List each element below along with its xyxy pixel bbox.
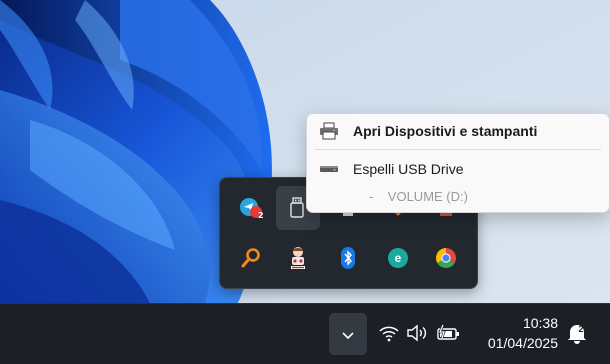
wifi-icon[interactable]: [379, 324, 401, 344]
bluetooth-icon[interactable]: [326, 236, 370, 280]
telegram-icon[interactable]: 2: [229, 186, 273, 230]
usb-context-menu: Apri Dispositivi e stampanti Espelli USB…: [306, 113, 610, 213]
menu-item-label: Apri Dispositivi e stampanti: [353, 123, 538, 139]
chevron-down-icon: [341, 325, 355, 344]
menu-item-open-devices-printers[interactable]: Apri Dispositivi e stampanti: [307, 116, 609, 146]
eset-letter: e: [395, 251, 402, 265]
search-tool-icon[interactable]: [229, 236, 273, 280]
telegram-badge: 2: [258, 211, 264, 220]
taskbar: 10:38 01/04/2025 2: [0, 303, 610, 364]
menu-divider: [315, 149, 601, 150]
show-hidden-icons-button[interactable]: [329, 313, 367, 355]
menu-subitem-volume-d: - VOLUME (D:): [369, 189, 468, 204]
character-app-icon[interactable]: [276, 236, 320, 280]
eset-icon[interactable]: e: [376, 236, 420, 280]
taskbar-clock[interactable]: 10:38 01/04/2025: [470, 313, 558, 353]
printer-icon: [319, 122, 339, 140]
chrome-icon[interactable]: [424, 236, 468, 280]
battery-charging-icon[interactable]: [437, 324, 459, 344]
clock-time: 10:38: [522, 315, 558, 331]
menu-subitem-dash: -: [369, 189, 374, 204]
notification-count: 2: [578, 324, 583, 334]
usb-drive-icon: [319, 160, 339, 178]
notification-bell-icon[interactable]: 2: [566, 322, 588, 344]
menu-item-eject-usb[interactable]: Espelli USB Drive: [307, 154, 609, 184]
clock-date: 01/04/2025: [487, 335, 558, 351]
menu-subitem-label: VOLUME (D:): [387, 189, 468, 204]
volume-icon[interactable]: [406, 324, 428, 344]
menu-item-label: Espelli USB Drive: [353, 161, 464, 177]
